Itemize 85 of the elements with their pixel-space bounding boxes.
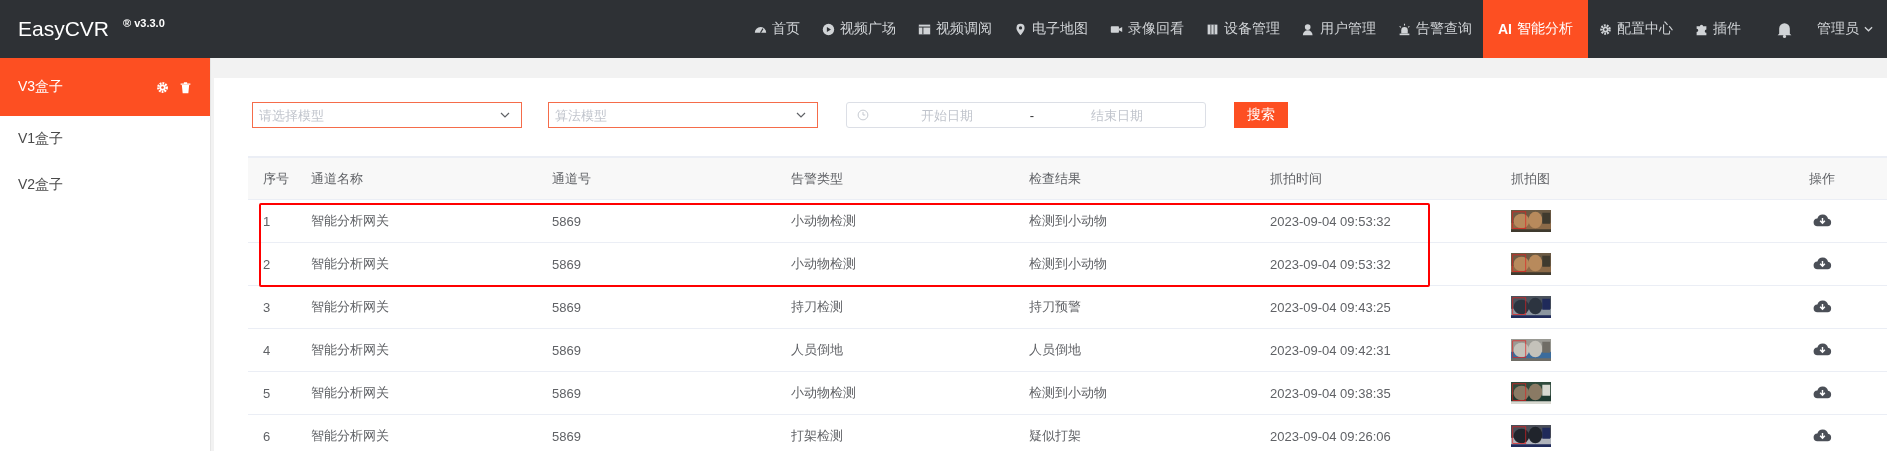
nav-tab[interactable]: 录像回看 xyxy=(1099,0,1195,58)
table-cell: 5 xyxy=(263,385,271,401)
table-cell: 2 xyxy=(263,256,271,272)
layout-icon xyxy=(918,22,931,36)
chevron-down-icon xyxy=(500,112,510,118)
table-cell: 2023-09-04 09:38:35 xyxy=(1270,385,1391,401)
cloud-download-icon[interactable] xyxy=(1812,255,1832,270)
user-menu[interactable]: 管理员 xyxy=(1817,20,1873,38)
user-icon xyxy=(1302,22,1315,36)
caret-icon xyxy=(1864,26,1873,32)
app-logo-text: EasyCVR xyxy=(18,16,110,42)
chevron-down-icon xyxy=(796,112,806,118)
table-cell: 智能分析网关 xyxy=(311,256,389,271)
table-cell: 智能分析网关 xyxy=(311,342,389,357)
table-cell: 2023-09-04 09:43:25 xyxy=(1270,299,1391,315)
trash-icon[interactable] xyxy=(179,80,192,94)
puzzle-icon xyxy=(1695,22,1708,36)
nav-tab[interactable]: 告警查询 xyxy=(1387,0,1483,58)
table-cell: 检测到小动物 xyxy=(1029,385,1107,400)
table-cell: 智能分析网关 xyxy=(311,213,389,228)
sidebar-item[interactable]: V2盒子 xyxy=(0,162,210,208)
nav-tab[interactable]: 首页 xyxy=(743,0,811,58)
nav-tab[interactable]: 视频广场 xyxy=(811,0,907,58)
table-cell: 打架检测 xyxy=(791,428,843,443)
cloud-download-icon[interactable] xyxy=(1812,341,1832,356)
column-header: 序号 xyxy=(263,170,289,186)
cloud-download-icon[interactable] xyxy=(1812,384,1832,399)
alarm-light-icon xyxy=(1398,22,1411,36)
table-cell: 智能分析网关 xyxy=(311,299,389,314)
play-icon xyxy=(822,22,835,36)
column-header: 操作 xyxy=(1809,170,1835,186)
nav-tab[interactable]: 电子地图 xyxy=(1003,0,1099,58)
gear-icon[interactable] xyxy=(156,80,169,94)
table-cell: 小动物检测 xyxy=(791,256,856,271)
table-cell: 小动物检测 xyxy=(791,385,856,400)
table-cell: 持刀预警 xyxy=(1029,299,1081,314)
table-cell: 智能分析网关 xyxy=(311,385,389,400)
table-cell: 人员倒地 xyxy=(1029,342,1081,357)
sidebar-item[interactable]: V1盒子 xyxy=(0,116,210,162)
table-cell: 5869 xyxy=(552,385,581,401)
nav-tab[interactable]: 插件 xyxy=(1684,0,1752,58)
nav-tab[interactable]: 用户管理 xyxy=(1291,0,1387,58)
table-cell: 小动物检测 xyxy=(791,213,856,228)
table-cell: 疑似打架 xyxy=(1029,428,1081,443)
end-date-field[interactable]: 结束日期 xyxy=(1038,106,1195,124)
table-cell: 2023-09-04 09:53:32 xyxy=(1270,256,1391,272)
table-cell: 2023-09-04 09:42:31 xyxy=(1270,342,1391,358)
table-cell: 人员倒地 xyxy=(791,342,843,357)
cloud-download-icon[interactable] xyxy=(1812,298,1832,313)
table-cell: 智能分析网关 xyxy=(311,428,389,443)
table-cell: 检测到小动物 xyxy=(1029,213,1107,228)
cloud-download-icon[interactable] xyxy=(1812,427,1832,442)
table-cell: 2023-09-04 09:26:06 xyxy=(1270,428,1391,444)
table-cell: 3 xyxy=(263,299,271,315)
table-cell: 1 xyxy=(263,213,271,229)
column-header: 检查结果 xyxy=(1029,170,1081,186)
column-header: 告警类型 xyxy=(791,170,843,186)
table-cell: 4 xyxy=(263,342,271,358)
bell-icon[interactable] xyxy=(1776,20,1793,38)
table-cell: 检测到小动物 xyxy=(1029,256,1107,271)
table-cell: 6 xyxy=(263,428,271,444)
nav-tab[interactable]: 配置中心 xyxy=(1588,0,1684,58)
clock-icon xyxy=(857,109,869,121)
algorithm-select[interactable]: 算法模型 xyxy=(548,102,818,128)
column-header: 通道名称 xyxy=(311,170,363,186)
version-label: ® v3.3.0 xyxy=(123,17,165,29)
table-cell: 5869 xyxy=(552,256,581,272)
map-pin-icon xyxy=(1014,22,1027,36)
range-separator: - xyxy=(1028,107,1036,123)
table-cell: 2023-09-04 09:53:32 xyxy=(1270,213,1391,229)
start-date-field[interactable]: 开始日期 xyxy=(869,106,1026,124)
column-header: 通道号 xyxy=(552,170,591,186)
column-header: 抓拍图 xyxy=(1511,170,1550,186)
table-cell: 5869 xyxy=(552,299,581,315)
model-select[interactable]: 请选择模型 xyxy=(252,102,522,128)
date-range-picker[interactable]: 开始日期 - 结束日期 xyxy=(846,102,1206,128)
nav-tab[interactable]: 视频调阅 xyxy=(907,0,1003,58)
table-cell: 5869 xyxy=(552,342,581,358)
table-cell: 5869 xyxy=(552,213,581,229)
nav-tab[interactable]: 设备管理 xyxy=(1195,0,1291,58)
table-cell: 持刀检测 xyxy=(791,299,843,314)
cloud-download-icon[interactable] xyxy=(1812,212,1832,227)
gear-icon xyxy=(1599,22,1612,36)
table-cell: 5869 xyxy=(552,428,581,444)
column-header: 抓拍时间 xyxy=(1270,170,1322,186)
